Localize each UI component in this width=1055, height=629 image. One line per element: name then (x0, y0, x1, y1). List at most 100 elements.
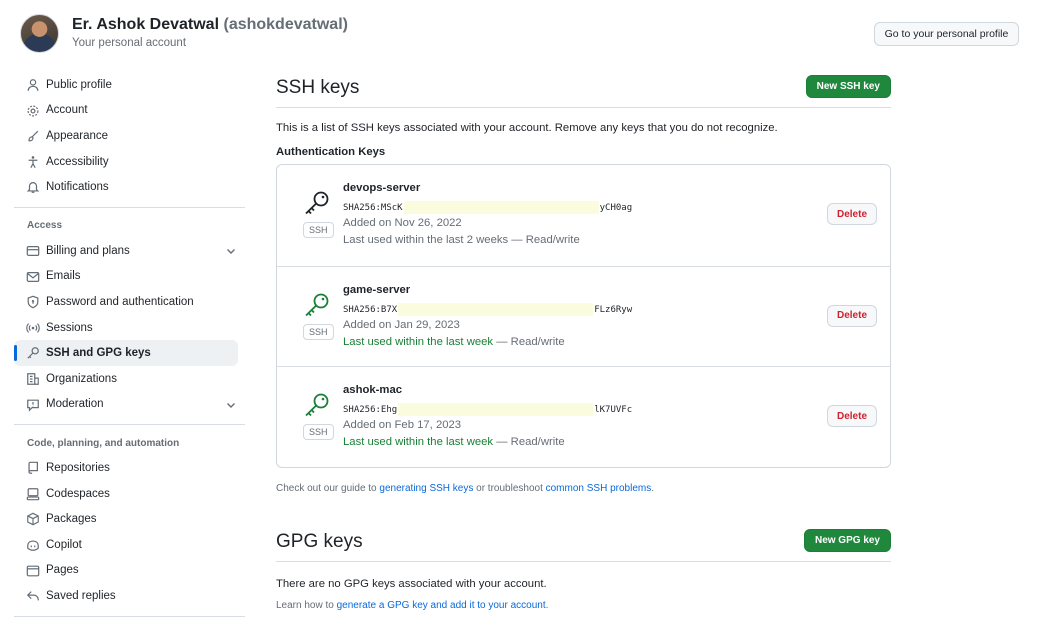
sidebar-item-accessibility[interactable]: Accessibility (14, 149, 245, 175)
key-icon (305, 191, 329, 215)
sidebar-section-code: Code, planning, and automation (27, 437, 180, 449)
ssh-key-fingerprint: SHA256:Ehg lK7UVFc (343, 403, 632, 416)
last-used-access: Last used within the last 2 weeks — Read… (343, 234, 580, 246)
sidebar-item-label: Appearance (46, 129, 109, 142)
sidebar-item-label: Account (46, 104, 88, 117)
ssh-key-name: devops-server (343, 182, 421, 194)
user-handle: (ashokdevatwal) (223, 16, 348, 33)
ssh-key-row: SSH devops-server SHA256:MScK yCH0ag Adde… (277, 165, 890, 266)
person-icon (27, 79, 39, 91)
note-text: . (651, 482, 654, 494)
sidebar-item-billing[interactable]: Billing and plans (14, 238, 245, 264)
last-used-recent: Last used within the last week (343, 436, 494, 448)
gpg-keys-header: GPG keys New GPG key (276, 526, 891, 562)
fingerprint-start: SHA256:B7X (343, 304, 398, 315)
chevron-down-icon[interactable] (225, 245, 237, 257)
sidebar-item-label: Billing and plans (46, 244, 130, 257)
last-used-recent: Last used within the last week (343, 335, 494, 348)
key-icon (305, 393, 329, 417)
sidebar-item-account[interactable]: Account (14, 98, 245, 124)
authentication-keys-heading: Authentication Keys (276, 146, 386, 158)
sidebar-top-group: Public profile Account Appearance Access… (14, 72, 245, 200)
paintbrush-icon (28, 130, 39, 142)
ssh-key-row: SSH ashok-mac SHA256:Ehg lK7UVFc Added on… (277, 366, 890, 467)
sidebar-item-repositories[interactable]: Repositories (14, 455, 245, 481)
delete-key-button[interactable]: Delete (826, 405, 877, 427)
fingerprint-end: yCH0ag (599, 203, 633, 213)
accessibility-icon (28, 155, 38, 168)
sidebar-item-codespaces[interactable]: Codespaces (14, 481, 245, 507)
reply-icon (26, 591, 39, 601)
note-text: . (545, 599, 549, 611)
sidebar-item-sessions[interactable]: Sessions (14, 315, 245, 341)
ssh-key-name: ashok-mac (343, 384, 403, 396)
bell-icon (26, 182, 40, 194)
redaction-mask (403, 201, 599, 214)
sidebar-divider (14, 424, 245, 426)
ssh-key-last-used: Last used within the last 2 weeks — Read… (343, 234, 580, 246)
avatar[interactable] (20, 14, 59, 53)
sidebar-item-label: Public profile (46, 78, 112, 91)
gear-icon (27, 105, 39, 117)
sidebar-item-label: Repositories (46, 461, 110, 474)
ssh-keys-header: SSH keys New SSH key (276, 72, 891, 108)
ssh-badge: SSH (303, 222, 334, 238)
sidebar-item-organizations[interactable]: Organizations (14, 366, 245, 392)
sidebar-item-label: Packages (46, 513, 97, 526)
sidebar-item-notifications[interactable]: Notifications (14, 174, 245, 200)
settings-sidebar: Public profile Account Appearance Access… (14, 72, 245, 623)
note-text: or troubleshoot (473, 482, 546, 494)
note-text: Learn how to (276, 599, 337, 611)
sidebar-item-label: Organizations (46, 372, 117, 385)
sidebar-item-ssh-gpg-keys[interactable]: SSH and GPG keys (14, 340, 238, 366)
ssh-key-row: SSH game-server SHA256:B7X FLz6Ryw Added … (277, 265, 890, 367)
ssh-key-last-used: Last used within the last week — Read/wr… (343, 436, 565, 448)
sidebar-access-group: Billing and plans Emails Password and au… (14, 238, 245, 417)
last-used-access: — Read/write (493, 436, 565, 448)
ssh-key-name: game-server (343, 283, 411, 296)
generate-gpg-key-link[interactable]: generate a GPG key and add it to your ac… (337, 600, 546, 611)
sidebar-item-moderation[interactable]: Moderation (14, 392, 245, 418)
sidebar-item-copilot[interactable]: Copilot (14, 532, 245, 558)
delete-key-button[interactable]: Delete (826, 203, 877, 225)
sidebar-item-public-profile[interactable]: Public profile (14, 72, 245, 98)
new-gpg-key-button[interactable]: New GPG key (803, 528, 891, 552)
gpg-keys-section: GPG keys New GPG key There are no GPG ke… (276, 526, 891, 611)
fingerprint-start: SHA256:MScK (343, 203, 403, 213)
chevron-down-icon[interactable] (225, 399, 237, 411)
report-icon (27, 399, 39, 412)
sidebar-item-label: Moderation (46, 398, 104, 411)
ssh-badge: SSH (303, 323, 334, 340)
credit-card-icon (26, 245, 40, 256)
sidebar-item-password[interactable]: Password and authentication (14, 289, 245, 315)
key-icon (305, 293, 329, 316)
sidebar-item-appearance[interactable]: Appearance (14, 123, 245, 149)
new-ssh-key-button[interactable]: New SSH key (805, 75, 891, 98)
sidebar-item-saved-replies[interactable]: Saved replies (14, 583, 245, 609)
sidebar-item-label: Copilot (46, 538, 82, 551)
fingerprint-end: FLz6Ryw (594, 304, 633, 315)
sidebar-divider (14, 206, 245, 208)
sidebar-item-label: Saved replies (46, 589, 116, 602)
account-name: Er. Ashok Devatwal (ashokdevatwal) (72, 16, 348, 34)
sidebar-item-label: Sessions (46, 321, 93, 334)
common-ssh-problems-link[interactable]: common SSH problems (546, 483, 652, 494)
browser-icon (26, 565, 40, 576)
shield-lock-icon (27, 295, 39, 309)
sidebar-item-pages[interactable]: Pages (14, 558, 245, 584)
gpg-empty-message: There are no GPG keys associated with yo… (276, 577, 547, 590)
ssh-help-note: Check out our guide to generating SSH ke… (276, 483, 891, 494)
page-header: Er. Ashok Devatwal (ashokdevatwal) Your … (0, 0, 1055, 64)
user-display-name: Er. Ashok Devatwal (72, 16, 220, 33)
redaction-mask (398, 403, 594, 416)
go-to-profile-button[interactable]: Go to your personal profile (874, 22, 1019, 46)
sidebar-item-label: Password and authentication (46, 295, 194, 308)
main-content: SSH keys New SSH key This is a list of S… (276, 72, 891, 611)
fingerprint-end: lK7UVFc (594, 405, 633, 415)
delete-key-button[interactable]: Delete (826, 304, 877, 327)
sidebar-item-emails[interactable]: Emails (14, 264, 245, 290)
gpg-help-note: Learn how to generate a GPG key and add … (276, 600, 891, 611)
sidebar-item-packages[interactable]: Packages (14, 506, 245, 532)
generating-ssh-keys-link[interactable]: generating SSH keys (379, 483, 473, 494)
note-text: Check out our guide to (276, 482, 380, 494)
